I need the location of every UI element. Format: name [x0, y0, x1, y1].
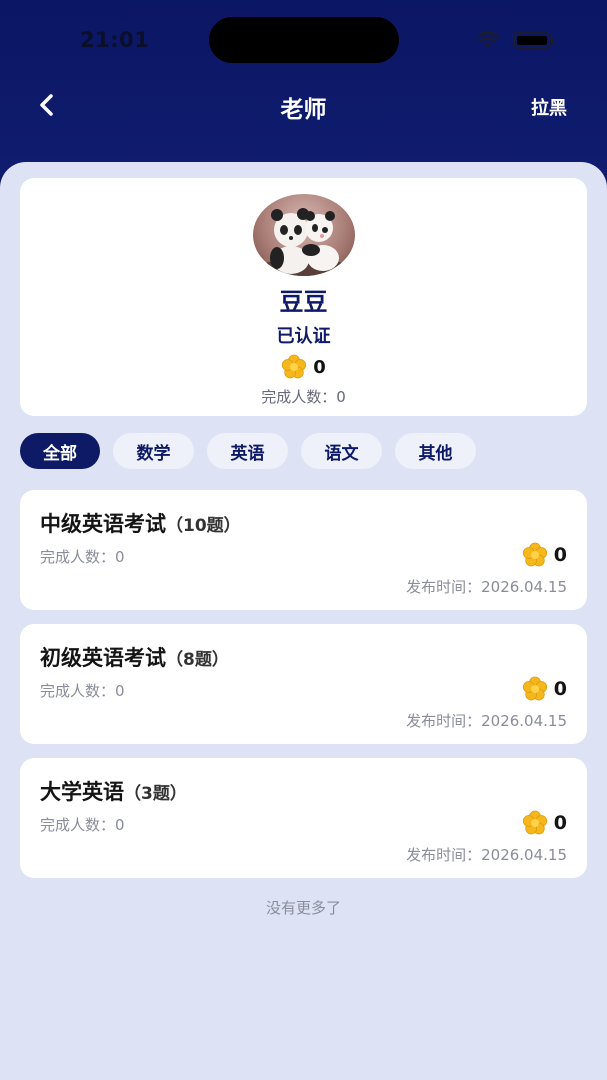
exam-publish-date: 发布时间：2026.04.15: [406, 846, 567, 864]
exam-title-text: 初级英语考试: [40, 646, 166, 670]
exam-score: 0: [522, 676, 567, 702]
profile-score: 0: [20, 354, 587, 380]
exam-title: 初级英语考试（8题）: [40, 642, 229, 672]
tab-math[interactable]: 数学: [113, 433, 194, 469]
exam-title-text: 中级英语考试: [40, 512, 166, 536]
profile-completed-count: 完成人数：0: [261, 388, 346, 406]
exam-title: 中级英语考试（10题）: [40, 508, 241, 538]
category-tabs: 全部 数学 英语 语文 其他: [20, 433, 476, 469]
battery-icon: [513, 32, 554, 49]
flower-icon: [522, 542, 547, 567]
page-title: 老师: [280, 97, 327, 123]
profile-card: 豆豆 已认证 0 完成人数：0: [20, 178, 587, 416]
exam-publish-date: 发布时间：2026.04.15: [406, 712, 567, 730]
tab-all[interactable]: 全部: [20, 433, 100, 469]
header: 21:01 老师 拉黑: [0, 0, 607, 175]
flower-icon: [282, 354, 307, 379]
exam-publish-date: 发布时间：2026.04.15: [406, 578, 567, 596]
block-button[interactable]: 拉黑: [531, 94, 567, 120]
status-time: 21:01: [80, 28, 150, 52]
exam-completed-count: 完成人数：0: [40, 548, 125, 566]
tab-other[interactable]: 其他: [395, 433, 476, 469]
exam-card[interactable]: 大学英语（3题） 完成人数：0 0 发布时间：2026.04.15: [20, 758, 587, 878]
exam-score-value: 0: [553, 812, 567, 834]
exam-score-value: 0: [553, 544, 567, 566]
panda-avatar-image: [254, 208, 354, 276]
exam-score: 0: [522, 810, 567, 836]
flower-icon: [522, 676, 547, 701]
exam-question-count: （3题）: [124, 784, 187, 804]
no-more-note: 没有更多了: [265, 899, 341, 917]
main-content: 豆豆 已认证 0 完成人数：0 全部 数学 英语 语文 其他 中级英语考试（10…: [0, 162, 607, 1080]
avatar[interactable]: [253, 194, 355, 276]
profile-score-value: 0: [313, 356, 326, 378]
exam-title-text: 大学英语: [40, 780, 124, 804]
teacher-name: 豆豆: [279, 288, 328, 316]
exam-completed-count: 完成人数：0: [40, 816, 125, 834]
exam-completed-count: 完成人数：0: [40, 682, 125, 700]
exam-score-value: 0: [553, 678, 567, 700]
wifi-icon: [476, 31, 500, 48]
tab-english[interactable]: 英语: [207, 433, 288, 469]
exam-question-count: （8题）: [166, 650, 229, 670]
exam-title: 大学英语（3题）: [40, 776, 187, 806]
exam-score: 0: [522, 542, 567, 568]
exam-card[interactable]: 中级英语考试（10题） 完成人数：0 0 发布时间：2026.04.15: [20, 490, 587, 610]
status-bar: 21:01: [0, 0, 607, 80]
camera-notch: [209, 17, 399, 63]
flower-icon: [522, 810, 547, 835]
exam-card[interactable]: 初级英语考试（8题） 完成人数：0 0 发布时间：2026.04.15: [20, 624, 587, 744]
verified-badge: 已认证: [276, 326, 331, 347]
exam-question-count: （10题）: [166, 516, 241, 536]
tab-chinese[interactable]: 语文: [301, 433, 382, 469]
